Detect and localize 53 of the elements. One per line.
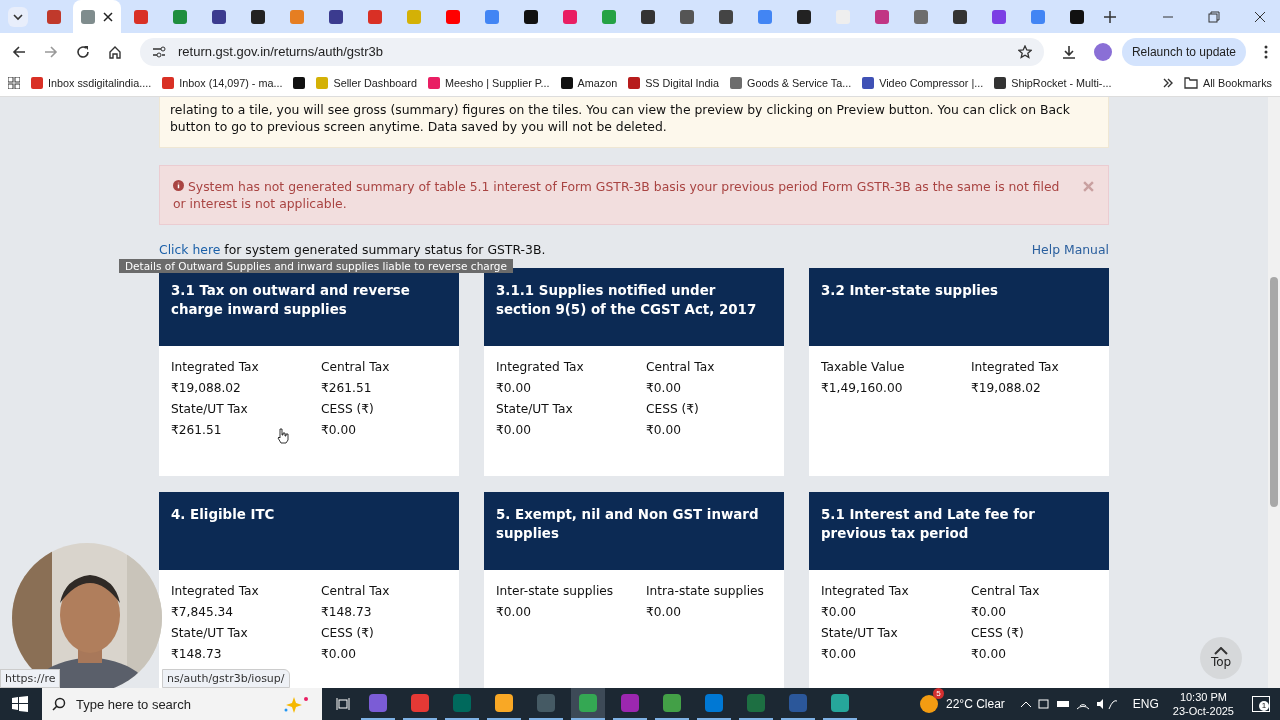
field-label: State/UT Tax [821,625,898,642]
field-value: ₹0.00 [496,422,531,439]
tile-title: 3.2 Inter-state supplies [821,283,998,298]
tile-title: 3.1.1 Supplies notified under section 9(5) of the CGST Act, 2017 [496,283,757,317]
tooltip: Details of Outward Supplies and inward supplies liable to reverse charge [119,259,513,273]
field-value: ₹19,088.02 [171,380,241,397]
field-label: Central Tax [321,583,390,600]
field-label: State/UT Tax [496,401,573,418]
field-label: CESS (₹) [971,625,1024,642]
field-label: State/UT Tax [171,625,248,642]
field-label: Inter-state supplies [496,583,614,600]
field-label: CESS (₹) [646,401,699,418]
status-url-text: https://re [0,669,61,688]
field-label: State/UT Tax [171,401,248,418]
field-label: Integrated Tax [496,359,584,376]
weather-badge: 5 [933,688,944,699]
tile-title: 4. Eligible ITC [171,507,275,522]
field-label: Integrated Tax [971,359,1059,376]
tile-title: 3.1 Tax on outward and reverse charge inward supplies [171,283,410,317]
field-value: ₹0.00 [971,646,1006,663]
field-label: Central Tax [646,359,715,376]
field-value: ₹148.73 [171,646,222,663]
info-text: relating to a tile, you will see gross (summary) figures on the tiles. You can view the preview by clicking on Preview button. You can click on Back button to go to previous screen anytime. Data saved by you will not be deleted. [170,101,1072,135]
field-label: Central Tax [971,583,1040,600]
field-value: ₹0.00 [971,604,1006,621]
field-value: ₹7,845.34 [171,604,234,621]
field-label: Integrated Tax [171,359,259,376]
tile-title: 5. Exempt, nil and Non GST inward supplies [496,507,759,541]
field-value: ₹0.00 [646,604,681,621]
field-label: Integrated Tax [171,583,259,600]
field-value: ₹1,49,160.00 [821,380,903,397]
field-label: Taxable Value [821,359,905,376]
field-value: ₹0.00 [321,646,356,663]
field-value: ₹0.00 [321,422,356,439]
field-value: ₹0.00 [646,380,681,397]
field-value: ₹0.00 [821,646,856,663]
field-value: ₹0.00 [496,380,531,397]
field-value: ₹0.00 [646,422,681,439]
field-label: Integrated Tax [821,583,909,600]
field-value: ₹148.73 [321,604,372,621]
field-value: ₹261.51 [321,380,372,397]
field-value: ₹0.00 [821,604,856,621]
status-url-text: ns/auth/gstr3b/iosup/ [162,669,290,688]
summary-status-text: for system generated summary status for GSTR-3B. [224,242,546,257]
field-label: Central Tax [321,359,390,376]
field-label: CESS (₹) [321,401,374,418]
field-value: ₹19,088.02 [971,380,1041,397]
alert-text: System has not generated summary of table 5.1 interest of Form GSTR-3B basis your previous period Form GSTR-3B as the same is not filed or interest is not applicable. [173,178,1061,212]
field-label: Intra-state supplies [646,583,764,600]
field-value: ₹261.51 [171,422,222,439]
field-value: ₹0.00 [496,604,531,621]
field-label: CESS (₹) [321,625,374,642]
tile-title: 5.1 Interest and Late fee for previous tax period [821,507,1035,541]
